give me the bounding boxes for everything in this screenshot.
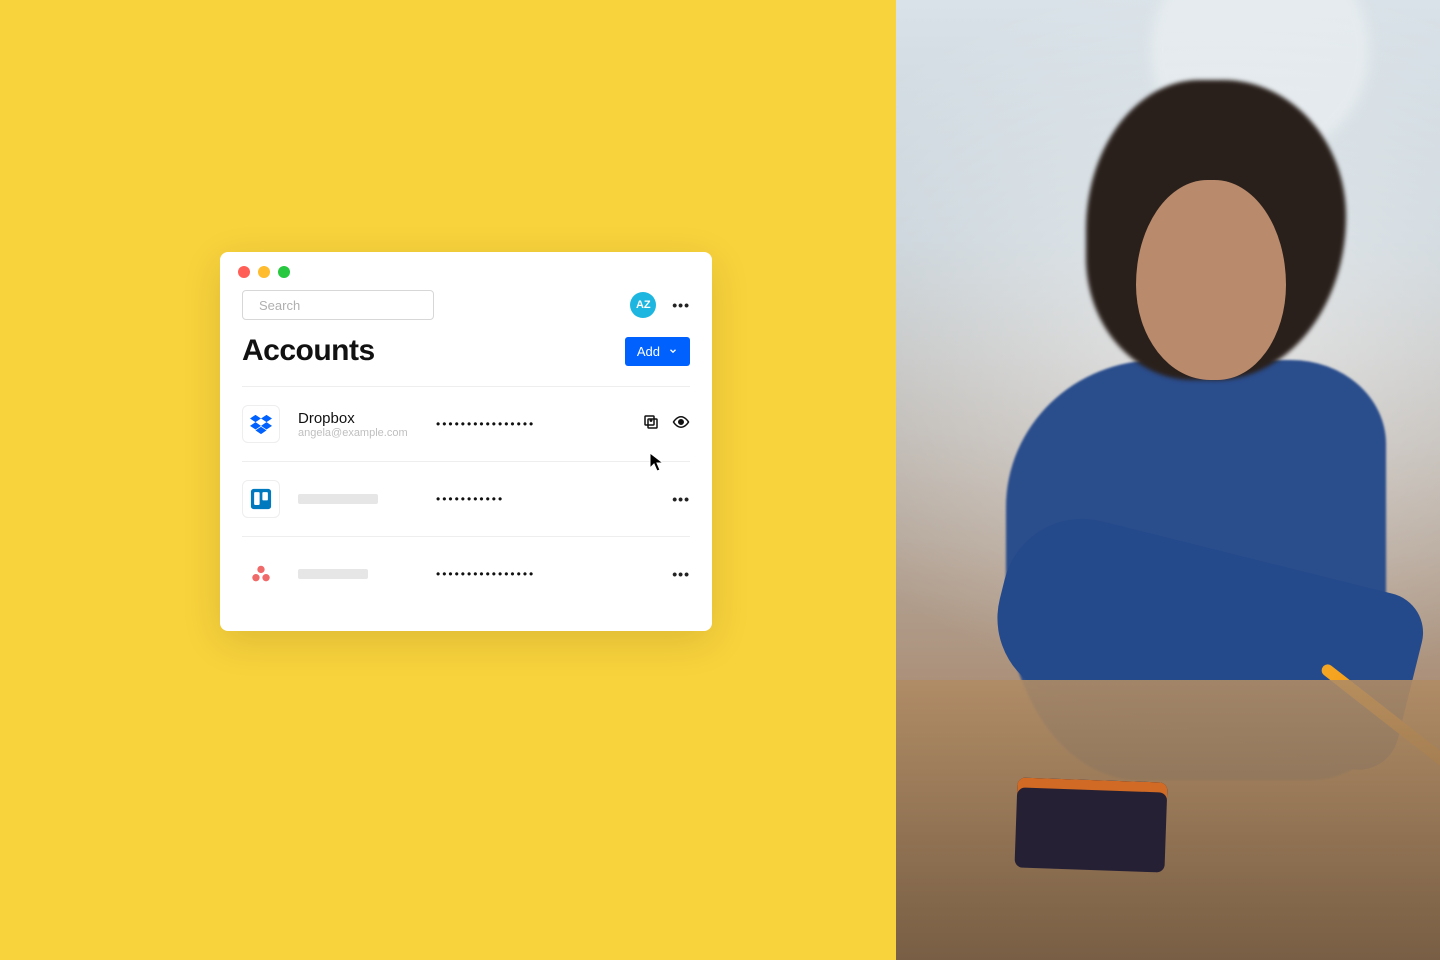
account-row[interactable]: Dropbox angela@example.com •••••••••••••…: [242, 386, 690, 461]
toolbar: AZ •••: [220, 286, 712, 334]
account-row[interactable]: ••••••••••• •••: [242, 461, 690, 536]
trello-icon: [242, 480, 280, 518]
copy-password-button[interactable]: [642, 413, 660, 436]
page-title: Accounts: [242, 334, 375, 368]
reveal-password-button[interactable]: [672, 413, 690, 436]
search-input[interactable]: [259, 298, 435, 313]
search-input-wrapper[interactable]: [242, 290, 434, 320]
avatar[interactable]: AZ: [630, 292, 656, 318]
add-button-label: Add: [637, 344, 660, 359]
row-more-button[interactable]: •••: [672, 566, 690, 582]
account-subtitle: angela@example.com: [298, 427, 418, 439]
minimize-window-button[interactable]: [258, 266, 270, 278]
desk-shape: [896, 680, 1440, 960]
account-row[interactable]: •••••••••••••••• •••: [242, 536, 690, 611]
account-name-placeholder: [298, 494, 418, 504]
calculator-shape: [1014, 777, 1167, 872]
close-window-button[interactable]: [238, 266, 250, 278]
window-controls: [220, 252, 712, 286]
hero-photo: [896, 0, 1440, 960]
password-masked: ••••••••••••••••: [436, 417, 624, 431]
marketing-left-panel: AZ ••• Accounts Add: [0, 0, 896, 960]
row-more-button[interactable]: •••: [672, 491, 690, 507]
password-masked: ••••••••••••••••: [436, 567, 654, 581]
zoom-window-button[interactable]: [278, 266, 290, 278]
add-account-button[interactable]: Add: [625, 337, 690, 366]
toolbar-more-button[interactable]: •••: [672, 297, 690, 313]
page-header: Accounts Add: [220, 334, 712, 386]
dropbox-icon: [242, 405, 280, 443]
account-name-placeholder: [298, 569, 418, 579]
asana-icon: [242, 555, 280, 593]
account-name: Dropbox: [298, 410, 418, 427]
app-window: AZ ••• Accounts Add: [220, 252, 712, 631]
accounts-list: Dropbox angela@example.com •••••••••••••…: [220, 386, 712, 611]
password-masked: •••••••••••: [436, 492, 654, 506]
chevron-down-icon: [668, 346, 678, 356]
